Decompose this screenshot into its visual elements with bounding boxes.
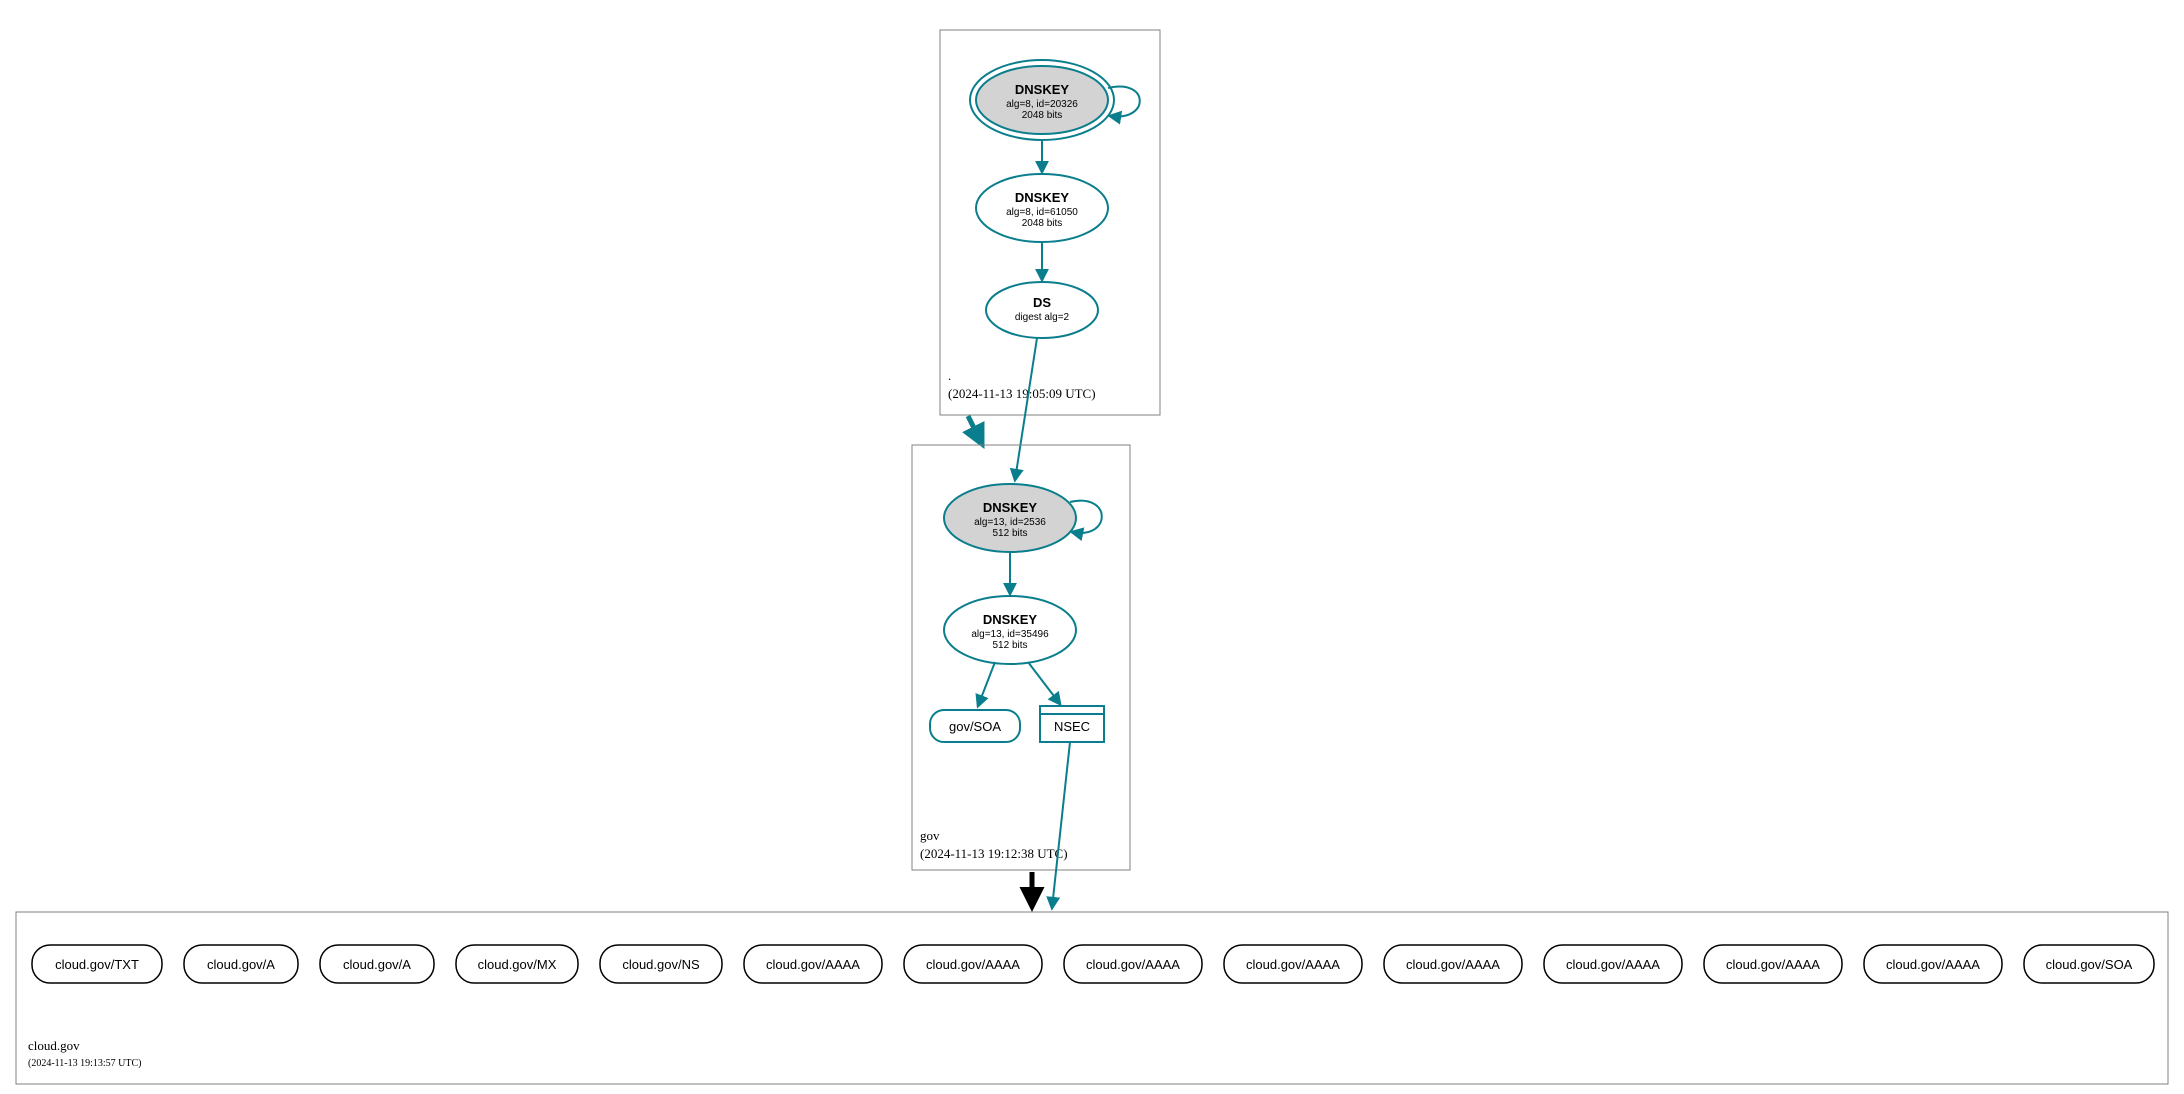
node-gov-zsk: DNSKEY alg=13, id=35496 512 bits [944,596,1076,664]
svg-text:2048 bits: 2048 bits [1022,110,1063,121]
rrset-node: cloud.gov/TXT [32,945,162,983]
rrset-label: cloud.gov/AAAA [1246,957,1340,972]
rrset-label: cloud.gov/NS [622,957,700,972]
rrset-label: cloud.gov/AAAA [1726,957,1820,972]
rrset-label: cloud.gov/AAAA [1086,957,1180,972]
rrset-label: cloud.gov/AAAA [1406,957,1500,972]
rrset-label: cloud.gov/A [207,957,275,972]
rrset-row: cloud.gov/TXT cloud.gov/A cloud.gov/A cloud… [32,945,2154,983]
svg-text:DNSKEY: DNSKEY [1015,190,1070,205]
zone-gov-name: gov [920,828,940,843]
edge-gov-zsk-soa [978,662,995,706]
svg-text:alg=13, id=2536: alg=13, id=2536 [974,517,1046,528]
rrset-label: cloud.gov/TXT [55,957,139,972]
rrset-node: cloud.gov/MX [456,945,578,983]
rrset-node: cloud.gov/AAAA [1064,945,1202,983]
node-root-zsk: DNSKEY alg=8, id=61050 2048 bits [976,174,1108,242]
rrset-label: cloud.gov/MX [478,957,557,972]
zone-cloudgov-name: cloud.gov [28,1038,80,1053]
rrset-label: cloud.gov/AAAA [766,957,860,972]
svg-text:2048 bits: 2048 bits [1022,218,1063,229]
svg-text:alg=8, id=20326: alg=8, id=20326 [1006,99,1078,110]
rrset-label: cloud.gov/AAAA [926,957,1020,972]
svg-text:DNSKEY: DNSKEY [1015,82,1070,97]
rrset-node: cloud.gov/AAAA [1864,945,2002,983]
svg-text:alg=8, id=61050: alg=8, id=61050 [1006,207,1078,218]
rrset-node: cloud.gov/A [320,945,434,983]
rrset-label: cloud.gov/AAAA [1566,957,1660,972]
dnssec-diagram: . (2024-11-13 19:05:09 UTC) DNSKEY alg=8… [0,0,2184,1094]
svg-text:digest alg=2: digest alg=2 [1015,312,1070,323]
rrset-label: cloud.gov/AAAA [1886,957,1980,972]
rrset-label: cloud.gov/SOA [2046,957,2133,972]
edge-gov-zsk-nsec [1028,662,1060,704]
svg-text:alg=13, id=35496: alg=13, id=35496 [971,629,1049,640]
edge-gov-nsec-to-cloudgov [1052,742,1070,908]
rrset-node: cloud.gov/A [184,945,298,983]
edge-root-ds-to-gov-ksk [1015,338,1037,480]
node-root-ds: DS digest alg=2 [986,282,1098,338]
node-root-ksk: DNSKEY alg=8, id=20326 2048 bits [970,60,1114,140]
svg-text:DS: DS [1033,295,1051,310]
rrset-node: cloud.gov/AAAA [1224,945,1362,983]
rrset-node: cloud.gov/AAAA [1704,945,1842,983]
node-gov-ksk: DNSKEY alg=13, id=2536 512 bits [944,484,1076,552]
zone-root: . (2024-11-13 19:05:09 UTC) DNSKEY alg=8… [940,30,1160,415]
svg-text:DNSKEY: DNSKEY [983,612,1038,627]
node-gov-nsec: NSEC [1040,706,1104,742]
zone-cloudgov-timestamp: (2024-11-13 19:13:57 UTC) [28,1058,142,1069]
edge-root-to-gov-zone [968,416,980,440]
rrset-node: cloud.gov/AAAA [904,945,1042,983]
rrset-node: cloud.gov/SOA [2024,945,2154,983]
svg-text:DNSKEY: DNSKEY [983,500,1038,515]
zone-gov: gov (2024-11-13 19:12:38 UTC) DNSKEY alg… [912,445,1130,870]
zone-gov-timestamp: (2024-11-13 19:12:38 UTC) [920,846,1068,861]
svg-text:512 bits: 512 bits [992,640,1027,651]
rrset-node: cloud.gov/AAAA [1544,945,1682,983]
rrset-node: cloud.gov/AAAA [1384,945,1522,983]
rrset-node: cloud.gov/AAAA [744,945,882,983]
node-gov-soa: gov/SOA [930,710,1020,742]
zone-root-timestamp: (2024-11-13 19:05:09 UTC) [948,386,1096,401]
svg-text:NSEC: NSEC [1054,719,1090,734]
zone-cloudgov: cloud.gov (2024-11-13 19:13:57 UTC) clou… [16,912,2168,1084]
zone-root-name: . [948,368,951,383]
rrset-label: cloud.gov/A [343,957,411,972]
rrset-node: cloud.gov/NS [600,945,722,983]
svg-text:512 bits: 512 bits [992,528,1027,539]
svg-text:gov/SOA: gov/SOA [949,719,1001,734]
